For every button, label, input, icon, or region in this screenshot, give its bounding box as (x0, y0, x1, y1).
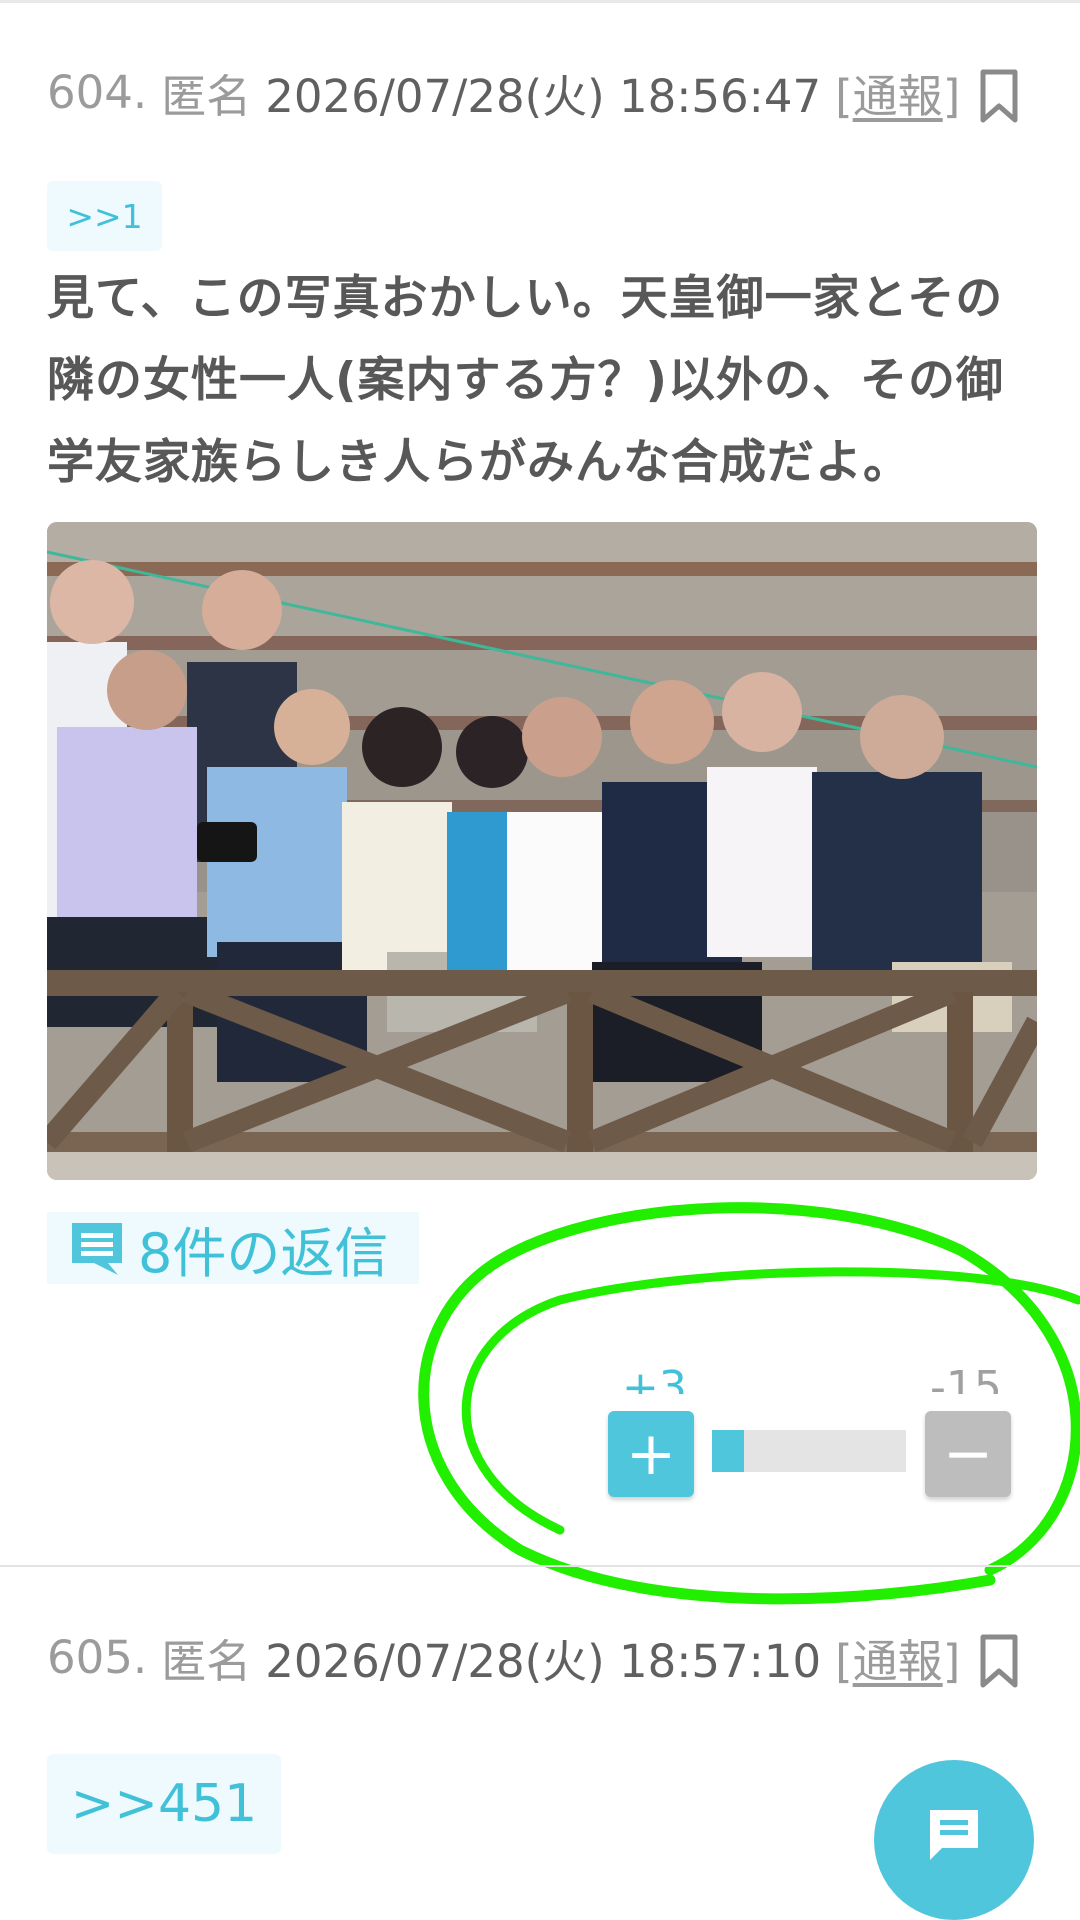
vote-ratio-bar (712, 1430, 906, 1472)
post-photo[interactable] (47, 522, 1037, 1180)
report-bracket-close: ] (942, 69, 961, 123)
post-datetime: 2026/07/28(火) 18:57:10 (265, 1634, 822, 1688)
post-body-line: 見て、この写真おかしい。天皇御一家とその (47, 271, 1004, 326)
post-datetime: 2026/07/28(火) 18:56:47 (265, 69, 822, 123)
report-bracket-open: [ (835, 1634, 853, 1688)
top-divider (0, 0, 1080, 3)
poster-name: 匿名 (161, 69, 252, 123)
minus-vote-count: -15 (930, 1362, 1002, 1394)
photo-image (47, 522, 1037, 1180)
anchor-link[interactable]: >>451 (47, 1754, 281, 1854)
report-bracket-close: ] (942, 1634, 961, 1688)
post-header-604: 604. 匿名 2026/07/28(火) 18:56:47 [通報] (47, 57, 960, 127)
comment-icon (930, 1810, 978, 1860)
bookmark-icon[interactable] (979, 68, 1019, 124)
post-body-line: 隣の女性一人(案内する方？)以外の、その御 (47, 353, 1004, 408)
report-link[interactable]: [通報] (835, 60, 960, 125)
vote-ratio-fill (712, 1430, 745, 1472)
report-label: 通報 (852, 69, 943, 123)
post-number: 605. (47, 1630, 148, 1684)
plus-vote-button[interactable]: + (608, 1411, 694, 1497)
minus-vote-button[interactable]: − (925, 1411, 1011, 1497)
post-body-line: 学友家族らしき人らがみんな合成だよ。 (47, 435, 911, 490)
report-bracket-open: [ (835, 69, 853, 123)
comment-icon (72, 1223, 122, 1275)
poster-name: 匿名 (161, 1634, 252, 1688)
replies-label: 8件の返信 (138, 1221, 389, 1285)
new-comment-fab[interactable] (874, 1760, 1034, 1920)
report-link[interactable]: [通報] (835, 1625, 960, 1690)
replies-button[interactable]: 8件の返信 (47, 1212, 419, 1285)
post-body: 見て、この写真おかしい。天皇御一家とその 隣の女性一人(案内する方？)以外の、そ… (47, 258, 1037, 504)
post-number: 604. (47, 65, 148, 119)
post-divider (0, 1565, 1080, 1567)
post-header-605: 605. 匿名 2026/07/28(火) 18:57:10 [通報] (47, 1622, 960, 1692)
report-label: 通報 (852, 1634, 943, 1688)
anchor-link[interactable]: >>1 (47, 181, 162, 251)
bookmark-icon[interactable] (979, 1633, 1019, 1689)
plus-vote-count: +3 (622, 1362, 687, 1394)
